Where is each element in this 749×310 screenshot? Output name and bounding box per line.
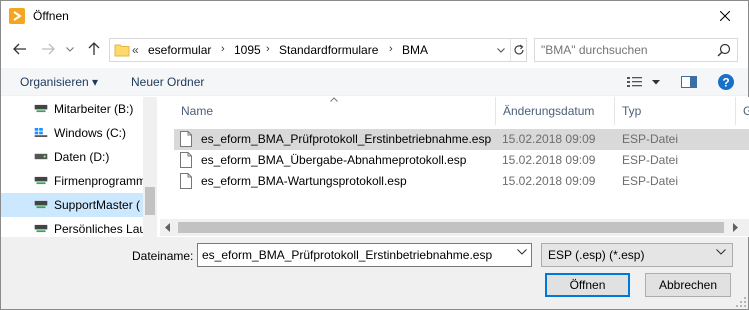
close-button[interactable]: [702, 1, 748, 31]
sidebar-item-daten[interactable]: Daten (D:): [1, 145, 143, 169]
scroll-left-icon[interactable]: [165, 223, 171, 232]
dialog-footer: Dateiname: ESP (.esp) (*.esp) Öffnen Abb…: [1, 237, 748, 309]
sidebar-item-label: SupportMaster (: [54, 198, 141, 212]
file-type: ESP-Datei: [622, 174, 679, 188]
scroll-right-icon[interactable]: [732, 223, 738, 232]
file-icon: [180, 173, 192, 189]
sidebar-scrollbar[interactable]: [143, 97, 157, 237]
chevron-down-icon: [652, 80, 660, 85]
app-icon: [9, 8, 25, 24]
chevron-down-icon: [66, 46, 74, 52]
recent-locations-button[interactable]: [64, 40, 76, 58]
network-drive-icon: [34, 104, 48, 113]
file-date: 15.02.2018 09:09: [502, 153, 596, 167]
chevron-down-icon[interactable]: [517, 249, 527, 255]
scrollbar-thumb[interactable]: [178, 222, 724, 233]
navigation-bar: « eseformular › 1095 › Standardformulare…: [1, 32, 748, 68]
breadcrumb-eseformular[interactable]: eseformular: [148, 43, 211, 57]
resize-grip-icon[interactable]: [736, 297, 746, 307]
breadcrumb-bma[interactable]: BMA: [402, 43, 428, 57]
preview-pane-button[interactable]: [681, 75, 697, 89]
sidebar-item-supportmaster[interactable]: SupportMaster (: [1, 193, 143, 217]
up-button[interactable]: [85, 40, 103, 58]
file-row[interactable]: es_eform_BMA_Prüfprotokoll_Erstinbetrieb…: [174, 129, 749, 150]
sidebar-item-windows[interactable]: Windows (C:): [1, 121, 143, 145]
arrow-up-icon: [88, 42, 100, 55]
new-folder-button[interactable]: Neuer Ordner: [131, 75, 204, 89]
forward-button[interactable]: [39, 40, 57, 58]
refresh-button[interactable]: [510, 39, 527, 61]
file-type: ESP-Datei: [622, 153, 679, 167]
breadcrumb-separator: ›: [221, 43, 225, 55]
file-row[interactable]: es_eform_BMA_Übergabe-Abnahmeprotokoll.e…: [174, 150, 749, 171]
title-bar: Öffnen: [1, 1, 748, 32]
column-header-size[interactable]: G: [736, 97, 749, 125]
cancel-button[interactable]: Abbrechen: [645, 273, 731, 297]
filename-label: Dateiname:: [132, 249, 194, 263]
back-button[interactable]: [11, 40, 29, 58]
windows-drive-icon: [34, 128, 48, 137]
details-view-icon: [627, 77, 642, 87]
network-drive-icon: [34, 176, 48, 185]
refresh-icon: [514, 44, 524, 55]
breadcrumb-separator: ›: [389, 43, 393, 55]
sidebar-item-label: Daten (D:): [54, 150, 110, 164]
chevron-down-icon: [716, 249, 726, 255]
file-type: ESP-Datei: [622, 132, 679, 146]
help-icon: ?: [718, 74, 734, 90]
close-icon: [720, 11, 730, 21]
sidebar-item-mitarbeiter[interactable]: Mitarbeiter (B:): [1, 97, 143, 121]
column-header-name[interactable]: Name: [174, 97, 495, 125]
network-drive-icon: [34, 200, 48, 209]
svg-text:?: ?: [722, 76, 729, 90]
open-dialog: Öffnen « eseformular › 1095 › Standardfo: [0, 0, 749, 310]
file-icon: [180, 152, 192, 168]
file-list: Name Änderungsdatum Typ G es_eform_BMA_P…: [160, 97, 749, 237]
folder-icon: [114, 42, 130, 58]
network-drive-icon: [34, 224, 48, 233]
sidebar-item-firmenprogramm[interactable]: Firmenprogramm: [1, 169, 147, 193]
filename-input[interactable]: [202, 247, 502, 263]
sidebar-item-label: Windows (C:): [54, 126, 127, 140]
sidebar-item-persoenliches[interactable]: Persönliches Lau: [1, 217, 147, 237]
file-date: 15.02.2018 09:09: [502, 174, 596, 188]
breadcrumb-separator: ›: [266, 43, 270, 55]
open-button[interactable]: Öffnen: [545, 273, 630, 297]
filename-combobox[interactable]: [197, 243, 532, 267]
search-icon: [717, 43, 731, 57]
arrow-left-icon: [13, 43, 26, 55]
preview-pane-icon: [681, 76, 697, 88]
file-row[interactable]: es_eform_BMA-Wartungsprotokoll.esp 15.02…: [174, 171, 749, 192]
horizontal-scrollbar[interactable]: [160, 219, 749, 236]
filetype-select[interactable]: ESP (.esp) (*.esp): [541, 243, 733, 267]
view-options-button[interactable]: [626, 75, 662, 91]
breadcrumb-1095[interactable]: 1095: [234, 43, 261, 57]
column-header-date[interactable]: Änderungsdatum: [496, 97, 614, 125]
file-name: es_eform_BMA_Prüfprotokoll_Erstinbetrieb…: [201, 132, 492, 146]
address-history-button[interactable]: [493, 39, 509, 61]
navigation-pane: Mitarbeiter (B:) Windows (C:) Daten (D:)…: [1, 97, 157, 237]
breadcrumb-overflow[interactable]: «: [132, 43, 139, 57]
file-name: es_eform_BMA-Wartungsprotokoll.esp: [201, 174, 407, 188]
sidebar-item-label: Firmenprogramm: [54, 174, 147, 188]
window-title: Öffnen: [33, 9, 69, 23]
command-bar: Organisieren ▾ Neuer Ordner ?: [1, 68, 748, 96]
sidebar-item-label: Mitarbeiter (B:): [54, 102, 134, 116]
address-bar[interactable]: « eseformular › 1095 › Standardformulare…: [109, 38, 527, 62]
drive-icon: [34, 153, 48, 160]
help-button[interactable]: ?: [718, 74, 734, 90]
file-date: 15.02.2018 09:09: [502, 132, 596, 146]
arrow-right-icon: [42, 43, 55, 55]
chevron-down-icon: [497, 47, 505, 53]
breadcrumb-standardformulare[interactable]: Standardformulare: [279, 43, 378, 57]
search-input[interactable]: [541, 42, 711, 58]
scrollbar-thumb[interactable]: [145, 187, 155, 215]
organize-button[interactable]: Organisieren ▾: [20, 75, 98, 89]
column-header-type[interactable]: Typ: [615, 97, 735, 125]
file-icon: [180, 131, 192, 147]
filetype-value: ESP (.esp) (*.esp): [548, 248, 645, 262]
sidebar-item-label: Persönliches Lau: [54, 222, 147, 236]
file-name: es_eform_BMA_Übergabe-Abnahmeprotokoll.e…: [201, 153, 467, 167]
search-box[interactable]: [534, 38, 738, 62]
